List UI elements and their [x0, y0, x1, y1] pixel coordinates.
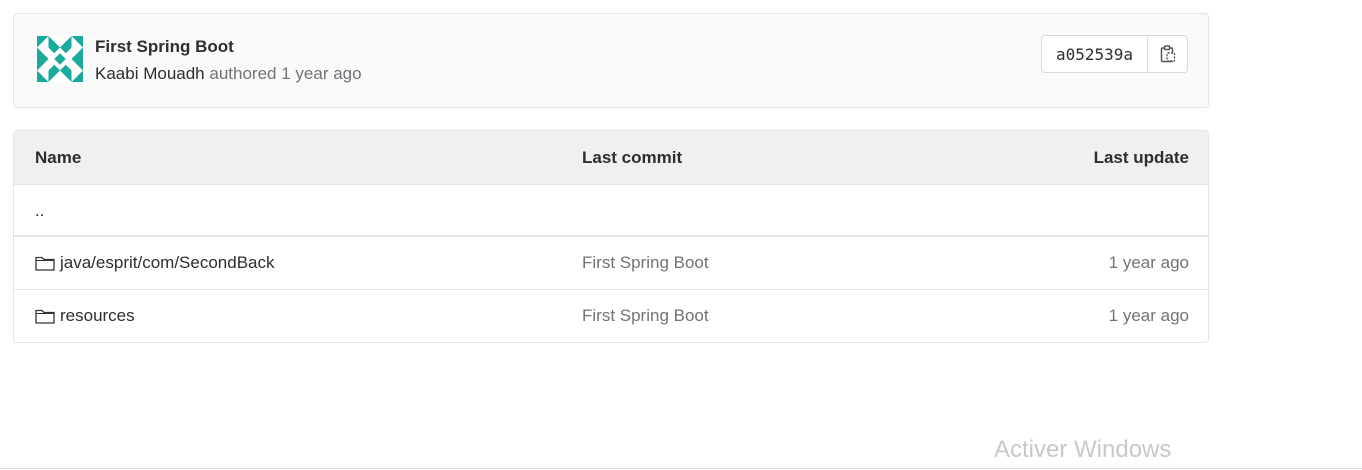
folder-icon — [35, 309, 55, 324]
divider — [0, 468, 1362, 469]
table-row[interactable]: resources First Spring Boot 1 year ago — [14, 290, 1208, 342]
last-commit-link[interactable]: First Spring Boot — [582, 306, 709, 326]
clipboard-icon — [1160, 45, 1175, 63]
folder-icon — [35, 256, 55, 271]
file-name-link[interactable]: resources — [35, 306, 135, 326]
last-update: 1 year ago — [1108, 306, 1189, 325]
table-header: Name Last commit Last update — [14, 131, 1208, 185]
parent-directory-row[interactable]: .. — [14, 185, 1208, 237]
file-name-link[interactable]: java/esprit/com/SecondBack — [35, 253, 275, 273]
parent-directory-link[interactable]: .. — [35, 201, 44, 221]
commit-sha-group: a052539a — [1040, 35, 1188, 73]
table-row[interactable]: java/esprit/com/SecondBack First Spring … — [14, 237, 1208, 290]
commit-time: 1 year ago — [281, 64, 362, 83]
file-name: resources — [60, 306, 135, 325]
activate-windows-watermark: Activer Windows — [994, 436, 1172, 463]
header-name: Name — [35, 148, 82, 167]
last-commit-panel: First Spring Boot Kaabi Mouadh authored … — [13, 13, 1209, 108]
copy-sha-button[interactable] — [1148, 35, 1188, 73]
last-update: 1 year ago — [1108, 253, 1189, 272]
commit-sha[interactable]: a052539a — [1040, 35, 1148, 73]
authored-text: authored — [209, 64, 277, 83]
commit-meta: Kaabi Mouadh authored 1 year ago — [95, 64, 362, 84]
file-tree-table: Name Last commit Last update .. java/esp… — [13, 130, 1209, 343]
file-name: java/esprit/com/SecondBack — [60, 253, 275, 272]
avatar[interactable] — [37, 36, 83, 82]
last-commit-link[interactable]: First Spring Boot — [582, 253, 709, 273]
header-last-update: Last update — [1093, 148, 1189, 167]
commit-title-link[interactable]: First Spring Boot — [95, 37, 234, 57]
commit-author-link[interactable]: Kaabi Mouadh — [95, 64, 205, 83]
header-last-commit: Last commit — [582, 148, 683, 167]
